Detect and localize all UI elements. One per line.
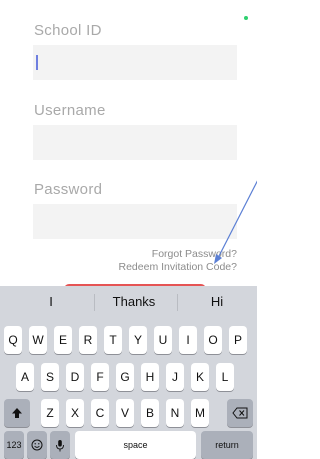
key-x[interactable]: X — [66, 399, 84, 427]
suggestion-item[interactable]: Hi — [182, 294, 252, 309]
suggestion-item[interactable]: I — [16, 294, 86, 309]
key-m[interactable]: M — [191, 399, 209, 427]
key-j[interactable]: J — [166, 363, 184, 391]
suggestion-item[interactable]: Thanks — [99, 294, 169, 309]
key-w[interactable]: W — [29, 326, 47, 354]
key-v[interactable]: V — [116, 399, 134, 427]
key-s[interactable]: S — [41, 363, 59, 391]
return-key[interactable]: return — [201, 431, 253, 459]
key-a[interactable]: A — [16, 363, 34, 391]
key-b[interactable]: B — [141, 399, 159, 427]
emoji-icon — [31, 439, 43, 451]
key-l[interactable]: L — [216, 363, 234, 391]
key-n[interactable]: N — [166, 399, 184, 427]
key-c[interactable]: C — [91, 399, 109, 427]
key-k[interactable]: K — [191, 363, 209, 391]
shift-icon — [12, 408, 22, 418]
shift-key[interactable] — [4, 399, 30, 427]
key-e[interactable]: E — [54, 326, 72, 354]
dictation-key[interactable] — [50, 431, 70, 459]
keyboard: I Thanks Hi Q W E R T Y U I O P A S D F … — [0, 286, 257, 459]
key-i[interactable]: I — [179, 326, 197, 354]
suggestion-divider — [94, 294, 95, 311]
key-p[interactable]: P — [229, 326, 247, 354]
key-d[interactable]: D — [66, 363, 84, 391]
key-z[interactable]: Z — [41, 399, 59, 427]
delete-key[interactable] — [227, 399, 253, 427]
suggestion-divider — [177, 294, 178, 311]
key-y[interactable]: Y — [129, 326, 147, 354]
suggestion-bar: I Thanks Hi — [0, 286, 257, 318]
backspace-icon — [232, 407, 248, 419]
key-r[interactable]: R — [79, 326, 97, 354]
key-f[interactable]: F — [91, 363, 109, 391]
key-h[interactable]: H — [141, 363, 159, 391]
microphone-icon — [56, 439, 64, 451]
key-t[interactable]: T — [104, 326, 122, 354]
space-key[interactable]: space — [75, 431, 196, 459]
key-o[interactable]: O — [204, 326, 222, 354]
emoji-key[interactable] — [27, 431, 47, 459]
key-q[interactable]: Q — [4, 326, 22, 354]
key-u[interactable]: U — [154, 326, 172, 354]
numbers-key[interactable]: 123 — [4, 431, 24, 459]
key-g[interactable]: G — [116, 363, 134, 391]
